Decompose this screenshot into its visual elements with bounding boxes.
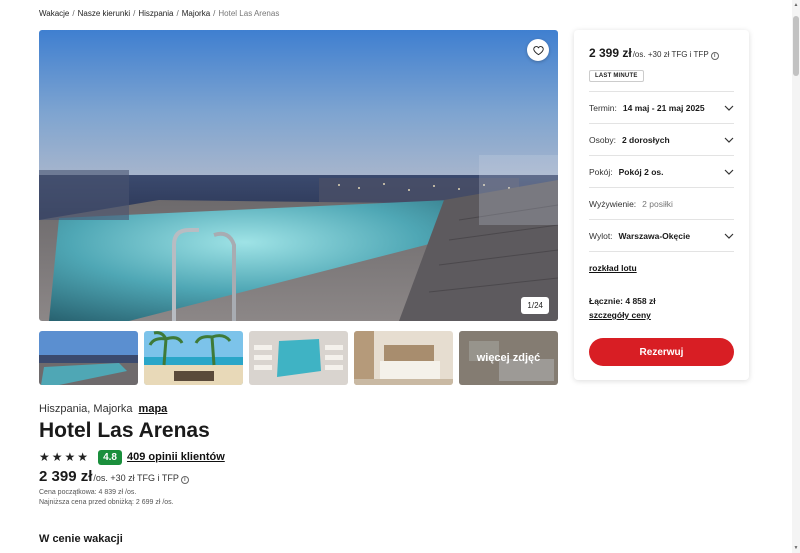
termin-value: 14 maj - 21 maj 2025 (622, 102, 705, 113)
info-icon[interactable]: i (710, 52, 719, 60)
breadcrumb-separator: / (72, 9, 75, 18)
wylot-label: Wylot: (589, 230, 613, 241)
wylot-value: Warszawa-Okęcie (618, 230, 691, 241)
hotel-price: 2 399 zł /os. +30 zł TFG i TFP i (39, 468, 189, 485)
booking-price-suffix: /os. +30 zł TFG i TFP (632, 50, 709, 59)
breadcrumb-item-wakacje[interactable]: Wakacje (39, 9, 69, 18)
rating-row: ★ ★ ★ ★ 4.8 409 opinii klientów (39, 449, 225, 465)
thumbnail-1[interactable] (39, 331, 138, 385)
breadcrumb-separator: / (176, 9, 179, 18)
more-photos-label: więcej zdjęć (459, 331, 558, 385)
star-icon: ★ (39, 450, 50, 464)
thumbnail-beach-terrace-image (144, 331, 243, 385)
reserve-button[interactable]: Rezerwuj (589, 338, 734, 366)
scrollbar-thumb[interactable] (793, 16, 799, 76)
thumbnail-hotel-room-image (354, 331, 453, 385)
thumbnail-2[interactable] (144, 331, 243, 385)
wyzywienie-value: 2 posiłki (642, 198, 673, 209)
booking-price: 2 399 zł /os. +30 zł TFG i TFP i (589, 46, 719, 60)
thumbnail-strip: więcej zdjęć (39, 331, 558, 385)
wylot-selector[interactable]: Wylot: Warszawa-Okęcie (589, 220, 734, 252)
price-suffix: /os. +30 zł TFG i TFP (93, 473, 179, 483)
breadcrumb-separator: / (213, 9, 216, 18)
star-icon: ★ (51, 450, 63, 464)
booking-price-amount: 2 399 zł (589, 46, 632, 60)
breadcrumb-current: Hotel Las Arenas (218, 9, 280, 18)
chevron-down-icon (724, 137, 734, 143)
start-price-note: Cena początkowa: 4 839 zł /os. (39, 489, 137, 496)
last-minute-badge: LAST MINUTE (589, 70, 644, 82)
scroll-down-icon[interactable]: ▼ (793, 545, 799, 551)
osoby-selector[interactable]: Osoby: 2 dorosłych (589, 124, 734, 156)
price-amount: 2 399 zł (39, 468, 93, 485)
info-icon[interactable]: i (180, 476, 189, 484)
section-title-included: W cenie wakacji (39, 533, 123, 545)
thumbnail-pool-night-image (39, 331, 138, 385)
photo-counter: 1/24 (521, 297, 549, 314)
chevron-down-icon (724, 233, 734, 239)
star-icon: ★ (64, 450, 76, 464)
hotel-stars: ★ ★ ★ ★ (39, 451, 88, 463)
breadcrumb-item-majorka[interactable]: Majorka (182, 9, 210, 18)
page-scrollbar[interactable]: ▲ ▼ (792, 0, 800, 553)
thumbnail-3[interactable] (249, 331, 348, 385)
breadcrumb-item-kierunki[interactable]: Nasze kierunki (78, 9, 130, 18)
scroll-up-icon[interactable]: ▲ (793, 2, 799, 8)
hotel-name: Hotel Las Arenas (39, 419, 210, 442)
rating-score-badge: 4.8 (98, 449, 122, 465)
location-text: Hiszpania, Majorka (39, 403, 133, 415)
wyzywienie-info: Wyżywienie: 2 posiłki (589, 188, 734, 220)
thumbnail-5-more[interactable]: więcej zdjęć (459, 331, 558, 385)
price-details-link[interactable]: szczegóły ceny (589, 310, 651, 320)
hero-image[interactable]: 1/24 (39, 30, 558, 321)
termin-selector[interactable]: Termin: 14 maj - 21 maj 2025 (589, 92, 734, 124)
termin-label: Termin: (589, 102, 617, 113)
thumbnail-4[interactable] (354, 331, 453, 385)
osoby-value: 2 dorosłych (621, 134, 670, 145)
pokoj-label: Pokój: (589, 166, 613, 177)
pokoj-selector[interactable]: Pokój: Pokój 2 os. (589, 156, 734, 188)
chevron-down-icon (724, 169, 734, 175)
total-price: Łącznie: 4 858 zł (589, 296, 656, 306)
osoby-label: Osoby: (589, 134, 616, 145)
hero-photo-pool-night (39, 30, 558, 321)
hotel-location: Hiszpania, Majorka mapa (39, 403, 167, 415)
pokoj-value: Pokój 2 os. (618, 166, 664, 177)
wyzywienie-label: Wyżywienie: (589, 198, 637, 209)
breadcrumb-item-hiszpania[interactable]: Hiszpania (138, 9, 173, 18)
heart-icon (532, 45, 544, 55)
star-icon: ★ (77, 450, 89, 464)
chevron-down-icon (724, 105, 734, 111)
booking-panel: 2 399 zł /os. +30 zł TFG i TFP i LAST MI… (574, 30, 749, 380)
reviews-link[interactable]: 409 opinii klientów (127, 451, 225, 463)
breadcrumb-separator: / (133, 9, 136, 18)
map-link[interactable]: mapa (139, 403, 168, 415)
lowest-price-note: Najniższa cena przed obniżką: 2 699 zł /… (39, 499, 174, 506)
thumbnail-rooftop-pool-image (249, 331, 348, 385)
favorite-button[interactable] (527, 39, 549, 61)
flight-schedule-link[interactable]: rozkład lotu (589, 263, 637, 273)
breadcrumb: Wakacje / Nasze kierunki / Hiszpania / M… (39, 9, 279, 18)
